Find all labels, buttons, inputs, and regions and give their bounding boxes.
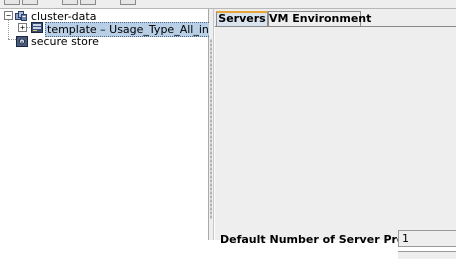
cluster-icon <box>15 10 27 21</box>
toolbar-button-5[interactable] <box>120 0 136 5</box>
default-server-processes-field[interactable]: 1 <box>398 230 456 247</box>
splitter-grip <box>210 39 212 219</box>
server-template-icon <box>31 22 43 33</box>
expand-toggle-template[interactable]: + <box>18 23 27 32</box>
servers-tab-content: Default Number of Server Processes 1 <box>214 26 456 259</box>
toolbar-button-3[interactable] <box>62 0 78 5</box>
next-field[interactable] <box>398 251 456 259</box>
toolbar <box>0 0 456 9</box>
tree-connector <box>8 39 16 40</box>
toolbar-button-4[interactable] <box>80 0 96 5</box>
tab-vm-environment[interactable]: VM Environment <box>268 11 371 26</box>
secure-store-icon <box>16 35 28 47</box>
details-panel: Servers VM Environment Default Number of… <box>214 9 456 259</box>
toolbar-button-2[interactable] <box>22 0 38 5</box>
toolbar-button-1[interactable] <box>4 0 20 5</box>
tab-servers[interactable]: Servers <box>216 11 268 26</box>
tree-panel: − cluster-data + template – Usage_Type_A… <box>0 9 239 240</box>
tree-item-secure-store[interactable]: secure store <box>31 35 99 48</box>
collapse-toggle-cluster-data[interactable]: − <box>4 11 13 20</box>
